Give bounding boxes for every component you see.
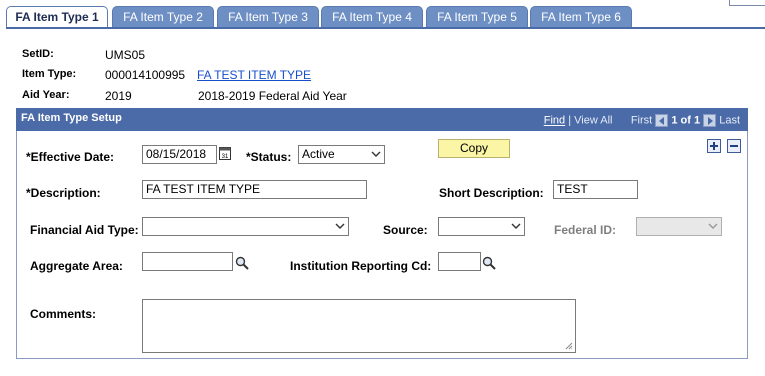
find-link[interactable]: Find <box>544 115 565 127</box>
tab-fa-item-type-5[interactable]: FA Item Type 5 <box>426 6 528 28</box>
federal-id-select <box>636 217 722 236</box>
setid-label: SetID: <box>22 48 54 60</box>
first-label[interactable]: First <box>631 115 652 127</box>
status-select[interactable]: Active <box>298 145 385 164</box>
federal-id-label: Federal ID: <box>554 223 617 237</box>
description-input[interactable]: FA TEST ITEM TYPE <box>142 180 367 199</box>
view-all-link[interactable]: View All <box>574 115 612 127</box>
item-type-link[interactable]: FA TEST ITEM TYPE <box>197 68 311 82</box>
grid-title: FA Item Type Setup <box>21 112 122 124</box>
chevron-down-icon <box>335 223 345 229</box>
tab-fa-item-type-4[interactable]: FA Item Type 4 <box>321 6 423 28</box>
svg-text:31: 31 <box>222 154 229 160</box>
lookup-icon[interactable] <box>482 256 496 270</box>
add-row-icon[interactable] <box>707 139 721 153</box>
calendar-icon[interactable]: 31 <box>219 146 231 160</box>
financial-aid-type-select[interactable] <box>142 217 349 236</box>
tab-fa-item-type-1[interactable]: FA Item Type 1 <box>6 6 108 29</box>
chevron-down-icon <box>708 223 718 229</box>
short-description-input[interactable]: TEST <box>553 180 638 199</box>
last-label[interactable]: Last <box>719 115 740 127</box>
grid-navigation: Find | View All First 1 of 1 Last <box>543 114 740 127</box>
record-range: 1 of 1 <box>671 114 701 127</box>
aid-year-description: 2018-2019 Federal Aid Year <box>198 89 347 103</box>
last-arrow-icon[interactable] <box>703 114 717 127</box>
status-value: Active <box>302 147 335 161</box>
tab-underline <box>6 27 765 29</box>
source-select[interactable] <box>438 217 525 236</box>
description-label: *Description: <box>26 186 101 200</box>
comments-textarea[interactable] <box>142 299 576 353</box>
institution-reporting-label: Institution Reporting Cd: <box>290 259 432 273</box>
copy-button[interactable]: Copy <box>438 139 510 158</box>
short-description-label: Short Description: <box>439 186 544 200</box>
tab-fa-item-type-2[interactable]: FA Item Type 2 <box>112 6 214 28</box>
lookup-icon[interactable] <box>235 256 249 270</box>
institution-reporting-input[interactable] <box>438 252 481 271</box>
item-type-label: Item Type: <box>22 68 77 80</box>
effective-date-input[interactable]: 08/15/2018 <box>142 145 217 164</box>
setid-value: UMS05 <box>105 48 146 62</box>
resize-grip-icon[interactable] <box>565 342 573 350</box>
status-label: *Status: <box>246 150 292 164</box>
aid-year-label: Aid Year: <box>22 89 70 101</box>
aggregate-area-label: Aggregate Area: <box>30 259 123 273</box>
delete-row-icon[interactable] <box>727 139 741 153</box>
tab-fa-item-type-3[interactable]: FA Item Type 3 <box>217 6 319 28</box>
effective-date-label: *Effective Date: <box>26 150 115 164</box>
chevron-down-icon <box>371 151 381 157</box>
aggregate-area-input[interactable] <box>142 252 233 271</box>
grid-header: FA Item Type Setup Find | View All First… <box>16 108 748 131</box>
source-label: Source: <box>383 223 428 237</box>
item-type-value: 000014100995 <box>105 68 186 82</box>
chevron-down-icon <box>511 223 521 229</box>
comments-label: Comments: <box>30 307 97 321</box>
tab-fa-item-type-6[interactable]: FA Item Type 6 <box>530 6 632 28</box>
tab-strip: FA Item Type 1 FA Item Type 2 FA Item Ty… <box>6 6 765 29</box>
first-arrow-icon[interactable] <box>655 114 669 127</box>
aid-year-value: 2019 <box>105 89 132 103</box>
financial-aid-type-label: Financial Aid Type: <box>30 223 139 237</box>
